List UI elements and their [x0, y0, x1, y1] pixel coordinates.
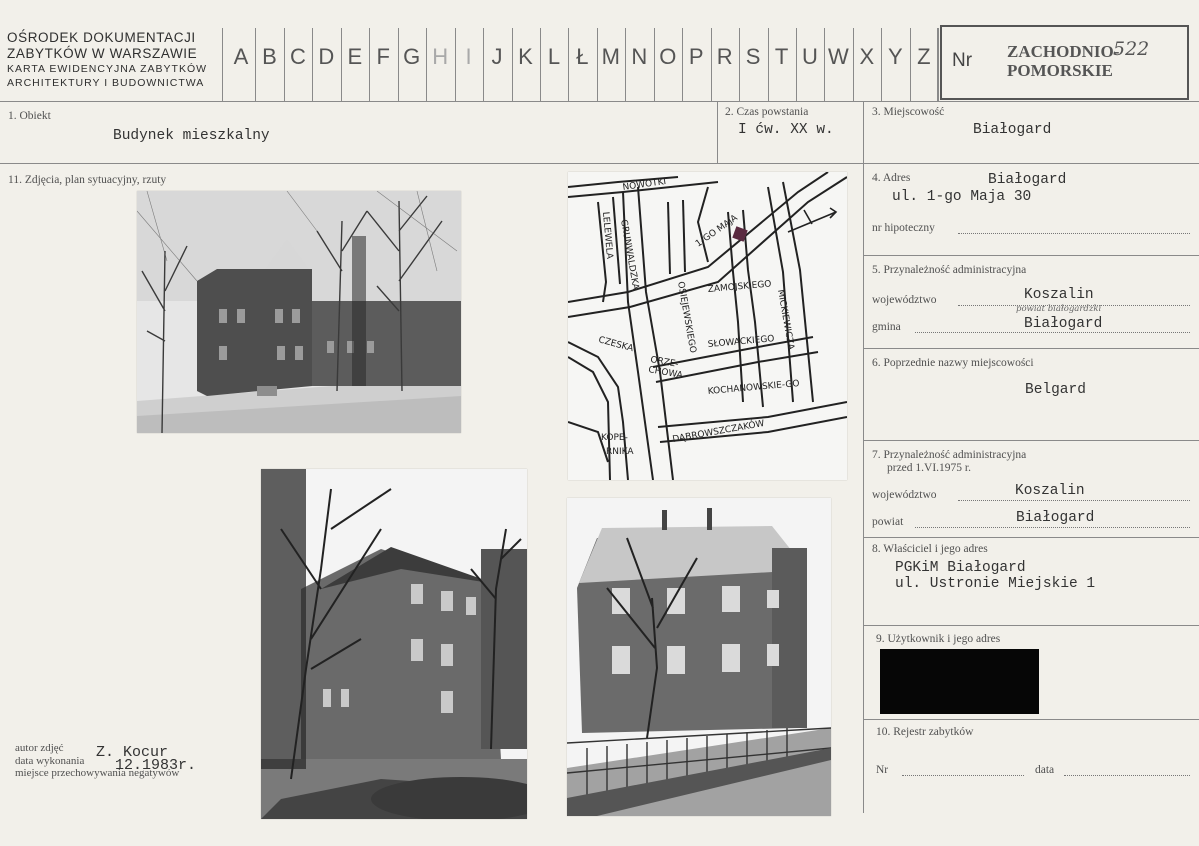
poprzednie-value: Belgard	[1025, 382, 1086, 398]
alphabet-letter: H	[432, 44, 449, 69]
dotted-line	[958, 500, 1190, 501]
svg-text:KOPE-: KOPE-	[601, 433, 628, 443]
alphabet-letter: M	[601, 44, 620, 69]
alphabet-letter: K	[518, 44, 533, 69]
dotted-line	[958, 233, 1190, 234]
czas-label: 2. Czas powstania	[725, 106, 809, 118]
row-rule	[863, 625, 1199, 626]
dotted-line	[915, 527, 1190, 528]
alphabet-letter: A	[233, 44, 249, 69]
rejestr-data-label: data	[1035, 764, 1055, 776]
wlasciciel-label: 8. Właściciel i jego adres	[872, 543, 988, 555]
alphabet-letter: P	[688, 44, 704, 69]
row-rule	[863, 719, 1199, 720]
header-bottom-rule	[0, 101, 1199, 102]
dotted-line	[902, 775, 1024, 776]
alphabet-letter: G	[403, 44, 421, 69]
alphabet-letter: L	[547, 44, 561, 69]
org-name-line1: OŚRODEK DOKUMENTACJI	[7, 30, 196, 45]
wlasciciel-line2: ul. Ustronie Miejskie 1	[895, 576, 1096, 592]
alphabet-letter: F	[376, 44, 390, 69]
autor-label: autor zdjęć	[15, 742, 64, 754]
wlasciciel-line1: PGKiM Białogard	[895, 560, 1026, 576]
building-photo-front	[567, 498, 831, 816]
register-number: 522	[1113, 38, 1150, 60]
uzytkownik-label: 9. Użytkownik i jego adres	[876, 633, 1001, 645]
data-wykonania-label: data wykonania	[15, 755, 85, 767]
poprzednie-label: 6. Poprzednie nazwy miejscowości	[872, 357, 1034, 369]
handwritten-note: powiat białogardzki	[1016, 304, 1102, 314]
redaction-box	[880, 649, 1039, 714]
card-type-line1: KARTA EWIDENCYJNA ZABYTKÓW	[7, 63, 208, 75]
row-rule	[863, 537, 1199, 538]
header-divider	[937, 28, 938, 102]
alphabet-letter: Y	[888, 44, 903, 69]
przynaleznosc-label: 5. Przynależność administracyjna	[872, 264, 1027, 276]
alphabet-letter: E	[347, 44, 363, 69]
region-stamp: ZACHODNIO- POMORSKIE	[1007, 42, 1120, 80]
wojewodztwo-value: Koszalin	[1024, 287, 1094, 303]
zdjecia-label: 11. Zdjęcia, plan sytuacyjny, rzuty	[8, 174, 167, 186]
rejestr-nr-label: Nr	[876, 764, 889, 776]
miejscowosc-value: Białogard	[973, 122, 1052, 138]
obiekt-value: Budynek mieszkalny	[113, 128, 270, 144]
alphabet-letter: O	[659, 44, 677, 69]
miejsce-label: miejsce przechowywania negatywów	[15, 767, 180, 779]
adres-line1: Białogard	[988, 172, 1067, 188]
gmina-value: Białogard	[1024, 316, 1103, 332]
dotted-line	[1064, 775, 1190, 776]
row-rule	[863, 440, 1199, 441]
building-photo-oblique	[261, 469, 527, 819]
alphabet-letter: Ł	[576, 44, 589, 69]
svg-text:RNIKA: RNIKA	[606, 447, 634, 457]
hipoteczny-label: nr hipoteczny	[872, 222, 935, 234]
organization-header: OŚRODEK DOKUMENTACJI ZABYTKÓW W WARSZAWI…	[7, 30, 221, 90]
header-divider	[222, 28, 223, 102]
row-rule	[0, 163, 1199, 164]
alphabet-letter: X	[859, 44, 875, 69]
alphabet-letter: S	[745, 44, 761, 69]
adres-line2: ul. 1-go Maja 30	[892, 189, 1032, 205]
obiekt-label: 1. Obiekt	[8, 110, 51, 122]
wojewodztwo-przed-label: województwo	[872, 489, 937, 501]
building-photo-winter	[137, 191, 461, 433]
powiat-label: powiat	[872, 516, 904, 528]
site-plan-map: NOWOTKI 1-GO MAJA ZAMOJSKIEGO SŁOWACKIEG…	[568, 172, 847, 480]
inventory-card: OŚRODEK DOKUMENTACJI ZABYTKÓW W WARSZAWI…	[0, 0, 1199, 846]
alphabet-letter: I	[465, 44, 472, 69]
przynaleznosc-przed-sub: przed 1.VI.1975 r.	[887, 462, 971, 474]
alphabet-letter: W	[828, 44, 849, 69]
alphabet-letter: R	[716, 44, 733, 69]
org-name-line2: ZABYTKÓW W WARSZAWIE	[7, 46, 198, 61]
powiat-value: Białogard	[1016, 510, 1095, 526]
alphabet-letter: U	[802, 44, 818, 69]
czas-value: I ćw. XX w.	[738, 122, 834, 138]
gmina-label: gmina	[872, 321, 901, 333]
dotted-line	[915, 332, 1190, 333]
row-rule	[863, 255, 1199, 256]
alphabet-letter: T	[774, 44, 789, 69]
row-rule	[863, 348, 1199, 349]
alphabet-letter: C	[289, 44, 306, 69]
wojewodztwo-label: województwo	[872, 294, 937, 306]
rejestr-label: 10. Rejestr zabytków	[876, 726, 974, 738]
alphabet-letter: Z	[917, 44, 931, 69]
right-column-divider	[863, 101, 864, 813]
przynaleznosc-przed-label: 7. Przynależność administracyjna	[872, 449, 1027, 461]
alphabet-letter: N	[631, 44, 648, 69]
alphabet-letter: J	[491, 44, 503, 69]
adres-label: 4. Adres	[872, 172, 911, 184]
miejscowosc-label: 3. Miejscowość	[872, 106, 945, 118]
alphabet-letter: D	[318, 44, 335, 69]
alphabet-letter: B	[262, 44, 277, 69]
card-type-line2: ARCHITEKTURY I BUDOWNICTWA	[7, 77, 205, 89]
field-divider	[717, 101, 718, 163]
wojewodztwo-przed-value: Koszalin	[1015, 483, 1085, 499]
